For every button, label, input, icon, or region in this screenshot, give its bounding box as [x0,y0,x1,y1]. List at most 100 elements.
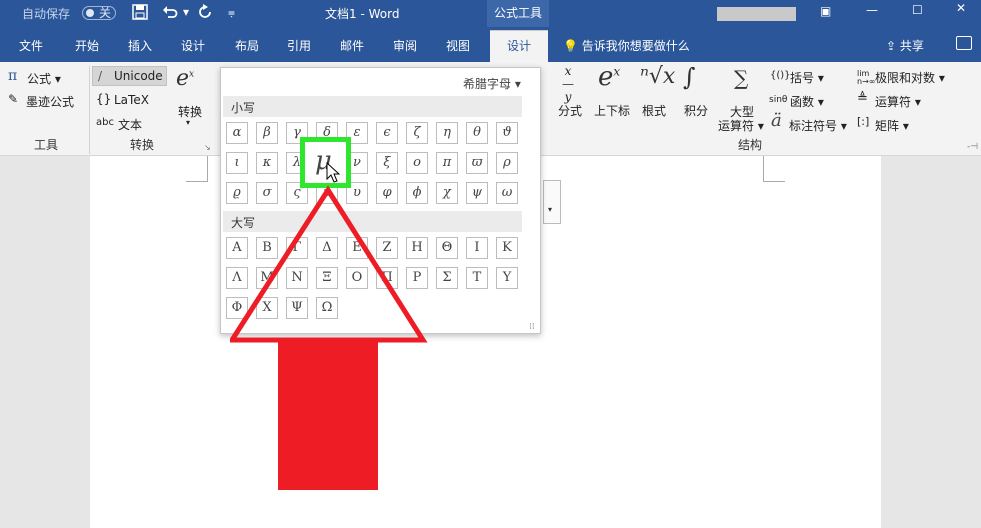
convert-dropdown-icon[interactable]: ▾ [186,118,190,127]
tab-equation-design[interactable]: 设计 [490,30,548,62]
tab-review[interactable]: 审阅 [393,37,417,54]
greek-symbol-button[interactable]: ω [496,182,518,204]
unicode-label: Unicode [114,69,163,83]
greek-symbol-button[interactable]: ϵ [376,122,398,144]
greek-symbol-button[interactable]: ρ [496,152,518,174]
accent-label: 标注符号 [789,119,838,133]
latex-button[interactable]: LaTeX [114,93,149,107]
tell-me-label: 告诉我你想要做什么 [581,39,690,53]
group-structures-label: 结构 [738,138,763,152]
greek-symbol-button[interactable]: χ [436,182,458,204]
greek-symbol-button[interactable]: ϑ [496,122,518,144]
operator-label: 运算符 [875,95,912,109]
ink-equation-button[interactable]: 墨迹公式 [26,93,74,110]
document-title: 文档1 - Word [325,7,400,21]
mouse-cursor-icon [326,162,341,183]
ribbon-display-options-icon[interactable]: ▣ [820,4,831,18]
tab-design[interactable]: 设计 [181,37,205,54]
redo-icon[interactable] [197,4,213,20]
dialog-launcher-icon[interactable]: ↘ [204,143,211,152]
undo-icon[interactable] [162,4,178,20]
operator-button[interactable]: 运算符 ▾ [875,93,921,110]
matrix-button[interactable]: 矩阵 ▾ [875,117,909,134]
greek-symbol-button[interactable]: ψ [466,182,488,204]
pi-icon: π [8,68,18,84]
user-account[interactable] [717,7,796,21]
undo-dropdown-icon[interactable]: ▾ [183,5,189,19]
radical-button[interactable]: 根式 [642,102,666,119]
unicode-slash-icon: / [98,69,103,83]
tab-references[interactable]: 引用 [287,37,311,54]
latex-braces-icon: {} [96,92,112,106]
equation-dropdown-icon[interactable]: ▾ [548,205,552,214]
resize-grip-icon[interactable]: ⁞⁞ [529,322,535,332]
integral-icon: ∫ [683,63,696,91]
bracket-label: 括号 [790,71,815,85]
ribbon-tabs: 文件 开始 插入 设计 布局 引用 邮件 审阅 视图 设计 💡 告诉我你想要做什… [0,27,981,62]
text-button[interactable]: 文本 [118,116,142,133]
matrix-label: 矩阵 [875,119,900,133]
greek-symbol-button[interactable]: β [256,122,278,144]
function-button[interactable]: 函数 ▾ [790,93,824,110]
function-label: 函数 [790,95,815,109]
integral-button[interactable]: 积分 [684,102,708,119]
script-button[interactable]: 上下标 [594,102,630,119]
large-operator-label-2: 运算符 [718,119,755,133]
tab-mailings[interactable]: 邮件 [340,37,364,54]
limit-icon: lim n→∞ [857,69,876,86]
operator-icon: ≜ [857,91,868,106]
comments-icon[interactable] [956,36,972,50]
tab-file[interactable]: 文件 [19,37,43,54]
fraction-icon: x — y [562,64,574,104]
accent-button[interactable]: 标注符号 ▾ [789,117,847,134]
large-operator-icon: ∑ [734,66,749,90]
equation-button[interactable]: 公式 ▾ [27,70,61,87]
greek-symbol-button[interactable]: κ [256,152,278,174]
tab-view[interactable]: 视图 [446,37,470,54]
maximize-icon[interactable]: ☐ [912,3,923,17]
greek-symbol-button[interactable]: ϖ [466,152,488,174]
greek-symbol-button[interactable]: Υ [496,267,518,289]
greek-symbol-button[interactable]: π [436,152,458,174]
greek-symbol-button[interactable]: η [436,122,458,144]
greek-symbol-button[interactable]: α [226,122,248,144]
limit-button[interactable]: 极限和对数 ▾ [875,69,945,86]
ribbon-collapse-icon[interactable]: -⊣ [967,142,978,152]
save-icon[interactable] [132,4,148,20]
tab-layout[interactable]: 布局 [235,37,259,54]
autosave-toggle[interactable]: 关 [82,6,116,20]
greek-symbol-button[interactable]: ζ [406,122,428,144]
gallery-category-dropdown[interactable]: 希腊字母 ▾ [463,75,521,92]
share-button[interactable]: ⇪ 共享 [886,37,924,54]
tell-me-search[interactable]: 💡 告诉我你想要做什么 [563,37,690,54]
text-abc-icon: abc [96,117,114,128]
greek-symbol-button[interactable]: ξ [376,152,398,174]
greek-symbol-button[interactable]: θ [466,122,488,144]
autosave-label: 自动保存 [22,7,71,21]
greek-symbol-button[interactable]: Σ [436,267,458,289]
accent-icon: ä [771,110,782,131]
greek-symbol-button[interactable]: ο [406,152,428,174]
greek-symbol-button[interactable]: ι [226,152,248,174]
equation-handle[interactable]: ▾ [543,180,561,224]
fraction-button[interactable]: 分式 [558,102,582,119]
margin-mark-left [186,156,208,182]
bracket-button[interactable]: 括号 ▾ [790,69,824,86]
convert-icon: ex [176,66,195,91]
tab-home[interactable]: 开始 [75,37,99,54]
tab-insert[interactable]: 插入 [128,37,152,54]
greek-symbol-button[interactable]: Τ [466,267,488,289]
greek-symbol-button[interactable]: Θ [436,237,458,259]
minimize-icon[interactable]: — [866,3,878,17]
limit-label: 极限和对数 [875,71,936,85]
lowercase-section-label: 小写 [223,96,522,117]
group-separator [89,66,90,154]
close-icon[interactable]: ✕ [956,1,966,15]
customize-quick-access-icon[interactable]: ⩦ [228,5,235,20]
title-bar: 自动保存 关 ▾ ⩦ 文档1 - Word 公式工具 ▣ — ☐ ✕ [0,0,981,27]
large-operator-button[interactable]: 运算符 ▾ [718,117,764,134]
greek-symbol-button[interactable]: Κ [496,237,518,259]
group-tools-label: 工具 [34,138,59,152]
margin-mark-right [763,156,785,182]
greek-symbol-button[interactable]: Ι [466,237,488,259]
